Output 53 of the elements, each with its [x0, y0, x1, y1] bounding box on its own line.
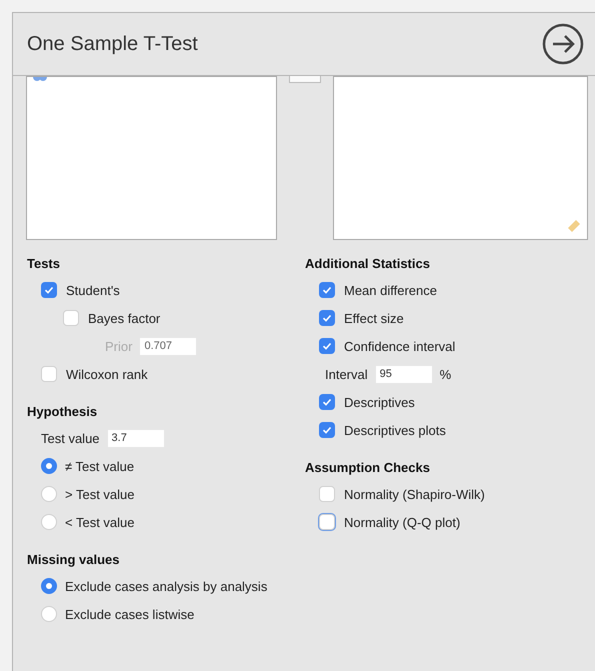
- checkbox[interactable]: [319, 282, 335, 298]
- check-icon: [322, 425, 332, 435]
- radio-button[interactable]: [41, 458, 57, 474]
- panel-title: One Sample T-Test: [27, 32, 198, 56]
- radio-label: ≠ Test value: [65, 458, 134, 474]
- checkbox-label: Effect size: [344, 310, 404, 326]
- check-icon: [322, 397, 332, 407]
- checkbox[interactable]: [319, 338, 335, 354]
- radio-button[interactable]: [41, 514, 57, 530]
- checkbox-label: Descriptives plots: [344, 422, 446, 438]
- input-field[interactable]: 3.7: [108, 430, 164, 446]
- variable-icon: [33, 77, 47, 83]
- checkbox-label: Bayes factor: [88, 310, 160, 326]
- section-heading: Hypothesis: [27, 403, 98, 421]
- radio-label: > Test value: [65, 486, 135, 502]
- checkbox[interactable]: [319, 310, 335, 326]
- input-field[interactable]: 95: [376, 366, 432, 382]
- radio-label: Exclude cases analysis by analysis: [65, 578, 268, 594]
- checkbox[interactable]: [319, 486, 335, 502]
- checkbox[interactable]: [63, 310, 79, 326]
- radio-label: < Test value: [65, 514, 135, 530]
- radio-label: Exclude cases listwise: [65, 606, 194, 622]
- radio-button[interactable]: [41, 578, 57, 594]
- field-label: Test value: [41, 430, 100, 446]
- checkbox-label: Normality (Shapiro-Wilk): [344, 486, 485, 502]
- radio-button[interactable]: [41, 486, 57, 502]
- section-heading: Assumption Checks: [305, 459, 431, 477]
- field-label: Interval: [325, 366, 368, 382]
- checkbox[interactable]: [319, 422, 335, 438]
- target-list[interactable]: [333, 76, 588, 240]
- check-icon: [44, 285, 54, 295]
- ruler-icon: [566, 218, 582, 234]
- variables-list[interactable]: [26, 76, 277, 240]
- move-button[interactable]: [289, 76, 321, 83]
- checkbox-label: Normality (Q-Q plot): [344, 514, 460, 530]
- section-heading: Tests: [27, 255, 61, 273]
- checkbox-label: Student's: [66, 282, 120, 298]
- check-icon: [322, 313, 332, 323]
- checkbox[interactable]: [319, 394, 335, 410]
- checkbox[interactable]: [41, 366, 57, 382]
- section-heading: Additional Statistics: [305, 255, 431, 273]
- arrow-right-icon[interactable]: [542, 23, 584, 65]
- checkbox-label: Mean difference: [344, 282, 437, 298]
- checkbox-label: Wilcoxon rank: [66, 366, 148, 382]
- check-icon: [322, 341, 332, 351]
- checkbox-label: Descriptives: [344, 394, 415, 410]
- unit-label: %: [440, 366, 452, 382]
- radio-button[interactable]: [41, 606, 57, 622]
- checkbox-label: Confidence interval: [344, 338, 456, 354]
- field-label: Prior: [105, 338, 132, 354]
- section-heading: Missing values: [27, 551, 120, 569]
- check-icon: [322, 285, 332, 295]
- checkbox[interactable]: [41, 282, 57, 298]
